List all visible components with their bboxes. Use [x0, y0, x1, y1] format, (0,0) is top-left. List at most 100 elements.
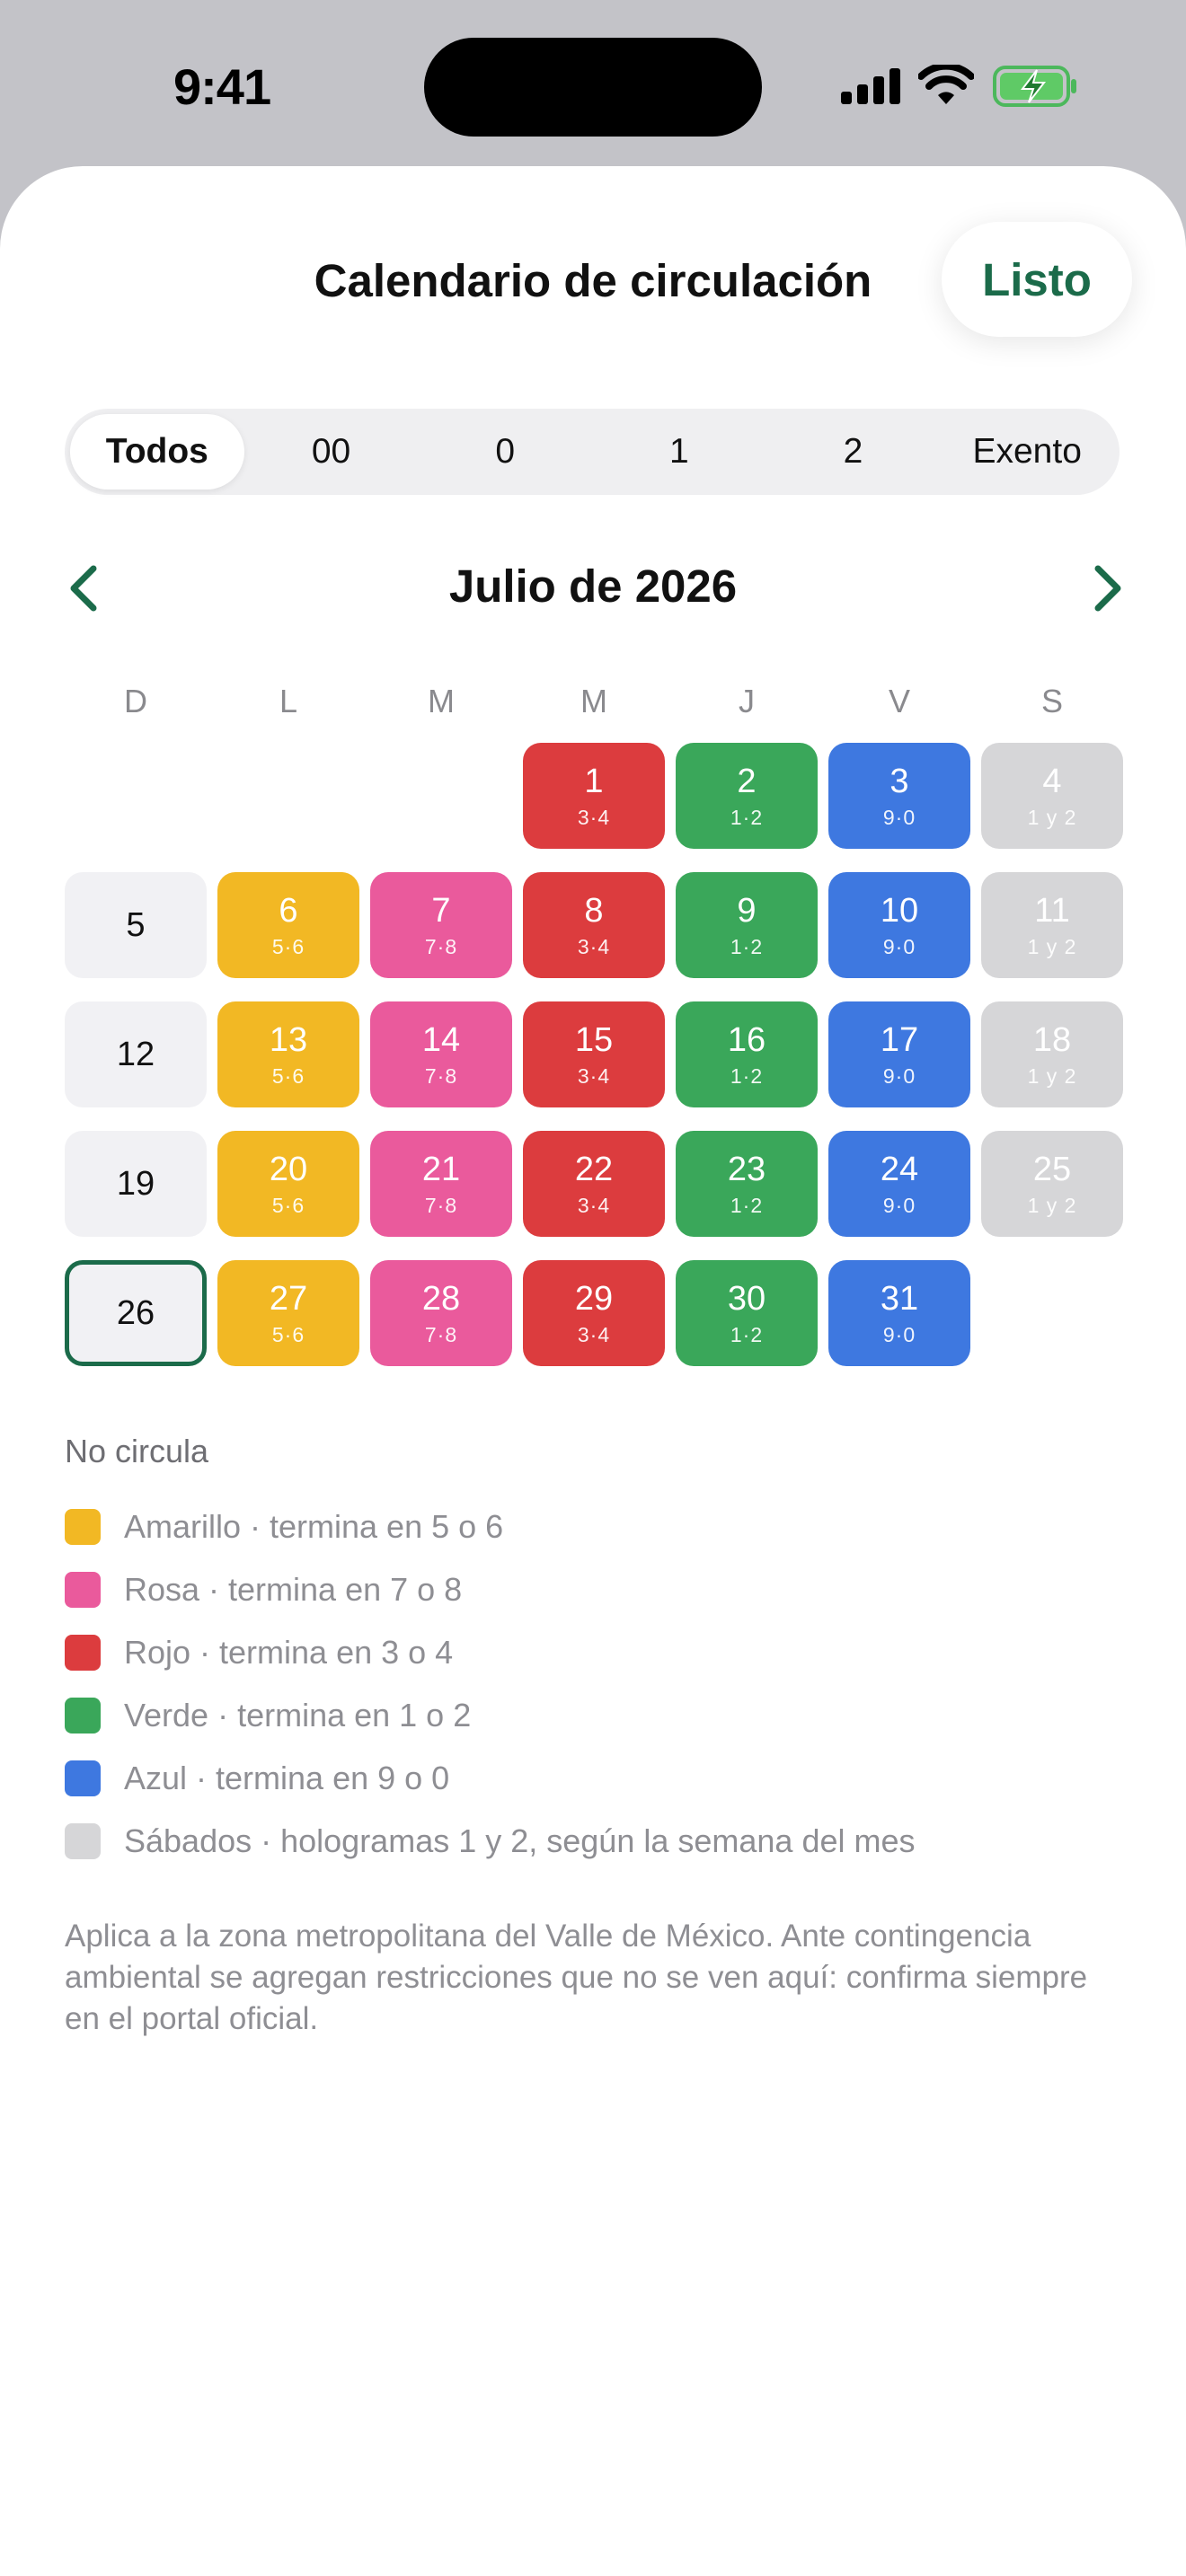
day-cell[interactable]: 1 3·4 — [523, 743, 665, 849]
done-button[interactable]: Listo — [942, 222, 1132, 337]
cellular-signal-icon — [841, 68, 900, 104]
filter-00[interactable]: 00 — [244, 414, 419, 490]
restricted-digits: 3·4 — [577, 1193, 611, 1217]
legend-label: Amarillo · termina en 5 o 6 — [124, 1508, 504, 1545]
day-cell[interactable]: 19 — [65, 1131, 207, 1237]
day-cell[interactable]: 7 7·8 — [370, 872, 512, 978]
day-number: 21 — [421, 1150, 461, 1188]
day-cell[interactable]: 12 — [65, 1001, 207, 1107]
day-cell[interactable]: 9 1·2 — [676, 872, 818, 978]
day-cell[interactable]: 22 3·4 — [523, 1131, 665, 1237]
day-cell[interactable]: 21 7·8 — [370, 1131, 512, 1237]
restricted-digits: 7·8 — [424, 1193, 458, 1217]
restricted-digits: 9·0 — [882, 805, 916, 829]
weekday-label: M — [428, 683, 455, 719]
day-cell[interactable]: 30 1·2 — [676, 1260, 818, 1366]
status-bar: 9:41 — [0, 0, 1186, 171]
day-number: 14 — [421, 1020, 461, 1059]
calendar-sheet: Calendario de circulación Listo Todos 00 0… — [0, 166, 1186, 2576]
restricted-digits: 9·0 — [882, 1322, 916, 1346]
day-number: 8 — [584, 891, 604, 930]
restricted-digits: 1 y 2 — [1027, 1193, 1077, 1217]
legend-item: Sábados · hologramas 1 y 2, según la sem… — [65, 1810, 1121, 1873]
day-cell-today[interactable]: 26 — [65, 1260, 207, 1366]
day-number: 28 — [421, 1279, 461, 1318]
legend-list: Amarillo · termina en 5 o 6 Rosa · termin… — [65, 1495, 1121, 1873]
empty-day-cell — [370, 743, 512, 849]
day-number: 25 — [1032, 1150, 1072, 1188]
weekday-label: V — [888, 683, 910, 719]
filter-1[interactable]: 1 — [592, 414, 766, 490]
day-cell[interactable]: 14 7·8 — [370, 1001, 512, 1107]
restricted-digits: 7·8 — [424, 1322, 458, 1346]
restricted-digits: 5·6 — [271, 1322, 305, 1346]
day-number: 2 — [737, 762, 757, 800]
day-cell[interactable]: 10 9·0 — [828, 872, 970, 978]
day-number: 5 — [126, 906, 146, 944]
day-cell[interactable]: 4 1 y 2 — [981, 743, 1123, 849]
legend-title: No circula — [65, 1433, 209, 1469]
filter-todos[interactable]: Todos — [70, 414, 244, 490]
day-cell[interactable]: 13 5·6 — [217, 1001, 359, 1107]
day-number: 24 — [880, 1150, 919, 1188]
restricted-digits: 3·4 — [577, 934, 611, 958]
day-cell[interactable]: 11 1 y 2 — [981, 872, 1123, 978]
restricted-digits: 1·2 — [730, 805, 764, 829]
empty-day-cell — [217, 743, 359, 849]
day-cell[interactable]: 28 7·8 — [370, 1260, 512, 1366]
day-cell[interactable]: 25 1 y 2 — [981, 1131, 1123, 1237]
day-number: 22 — [574, 1150, 614, 1188]
legend-swatch — [65, 1635, 101, 1671]
restricted-digits: 5·6 — [271, 1193, 305, 1217]
restricted-digits: 1·2 — [730, 1322, 764, 1346]
day-cell[interactable]: 31 9·0 — [828, 1260, 970, 1366]
day-cell[interactable]: 5 — [65, 872, 207, 978]
day-cell[interactable]: 23 1·2 — [676, 1131, 818, 1237]
day-number: 17 — [880, 1020, 919, 1059]
restricted-digits: 9·0 — [882, 1063, 916, 1088]
restricted-digits: 9·0 — [882, 934, 916, 958]
empty-day-cell — [65, 743, 207, 849]
day-cell[interactable]: 27 5·6 — [217, 1260, 359, 1366]
day-cell[interactable]: 16 1·2 — [676, 1001, 818, 1107]
weekday-label: D — [124, 683, 147, 719]
day-cell[interactable]: 24 9·0 — [828, 1131, 970, 1237]
legend-swatch — [65, 1823, 101, 1859]
day-cell[interactable]: 8 3·4 — [523, 872, 665, 978]
restricted-digits: 1 y 2 — [1027, 805, 1077, 829]
day-cell[interactable]: 17 9·0 — [828, 1001, 970, 1107]
day-number: 31 — [880, 1279, 919, 1318]
restricted-digits: 1 y 2 — [1027, 934, 1077, 958]
day-cell[interactable]: 20 5·6 — [217, 1131, 359, 1237]
day-cell[interactable]: 15 3·4 — [523, 1001, 665, 1107]
legend-swatch — [65, 1572, 101, 1608]
restricted-digits: 3·4 — [577, 1063, 611, 1088]
filter-exento[interactable]: Exento — [940, 414, 1114, 490]
day-number: 7 — [431, 891, 451, 930]
day-cell[interactable]: 2 1·2 — [676, 743, 818, 849]
weekday-label: L — [279, 683, 298, 719]
day-cell[interactable]: 29 3·4 — [523, 1260, 665, 1366]
filter-0[interactable]: 0 — [418, 414, 592, 490]
restricted-digits: 5·6 — [271, 1063, 305, 1088]
legend-swatch — [65, 1760, 101, 1796]
status-time: 9:41 — [173, 58, 271, 115]
filter-2[interactable]: 2 — [766, 414, 941, 490]
legend-label: Rosa · termina en 7 o 8 — [124, 1571, 463, 1608]
restricted-digits: 1·2 — [730, 1193, 764, 1217]
day-cell[interactable]: 18 1 y 2 — [981, 1001, 1123, 1107]
legend-item: Azul · termina en 9 o 0 — [65, 1747, 1121, 1810]
day-cell[interactable]: 6 5·6 — [217, 872, 359, 978]
weekday-label: S — [1040, 683, 1063, 719]
legend-label: Verde · termina en 1 o 2 — [124, 1697, 472, 1734]
month-title: Julio de 2026 — [448, 560, 738, 612]
restricted-digits: 7·8 — [424, 934, 458, 958]
day-number: 23 — [727, 1150, 766, 1188]
chevron-right-icon[interactable] — [1080, 560, 1134, 617]
restricted-digits: 1·2 — [730, 934, 764, 958]
month-navigation: Julio de 2026 — [0, 552, 1186, 624]
day-number: 6 — [279, 891, 298, 930]
battery-charging-icon — [993, 66, 1076, 107]
day-cell[interactable]: 3 9·0 — [828, 743, 970, 849]
weekday-header: DLMMJVS — [65, 683, 1121, 737]
